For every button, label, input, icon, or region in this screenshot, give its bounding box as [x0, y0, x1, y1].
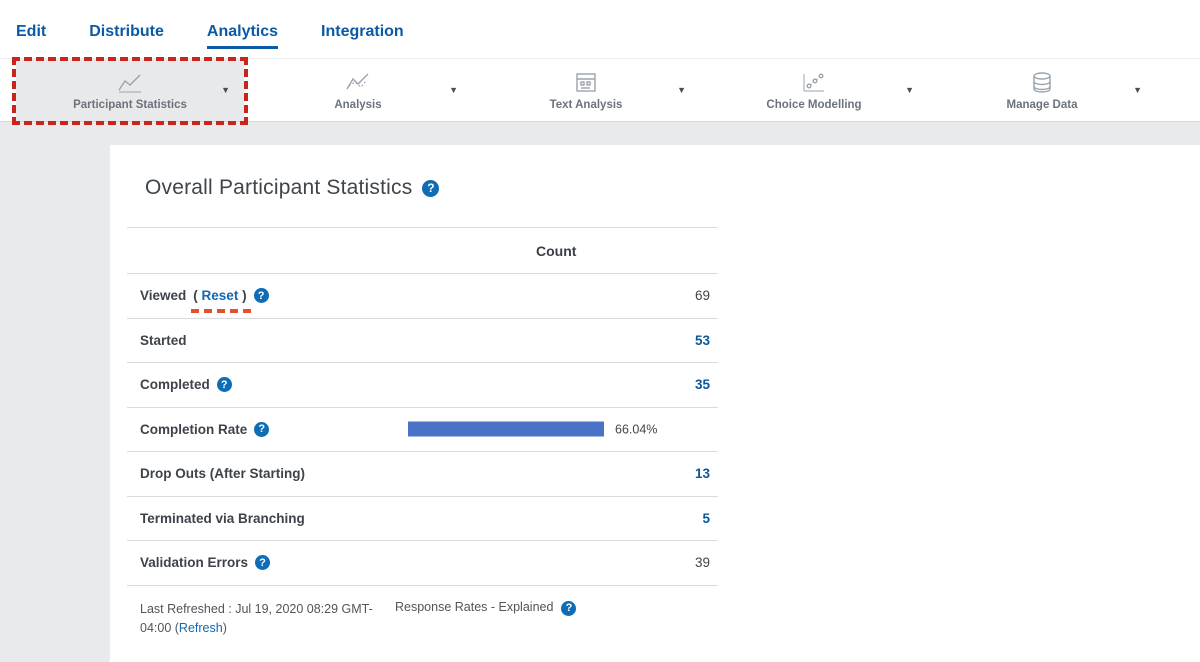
database-icon [1029, 69, 1055, 95]
row-label: Validation Errors [140, 555, 248, 570]
toolbar-item-label: Choice Modelling [766, 99, 861, 111]
help-icon[interactable]: ? [422, 180, 439, 197]
participant-statistics-card: Overall Participant Statistics ? Count V… [110, 145, 1200, 662]
statistics-table: Count Viewed ( Reset ) ? 69 [127, 227, 718, 586]
chevron-down-icon[interactable]: ▼ [449, 85, 458, 95]
completion-rate-value: 66.04% [615, 422, 657, 436]
last-refreshed-text: Last Refreshed : Jul 19, 2020 08:29 GMT-… [127, 600, 395, 639]
row-label: Started [140, 333, 187, 348]
help-icon[interactable]: ? [217, 377, 232, 392]
toolbar-item-label: Analysis [334, 99, 381, 111]
chevron-down-icon[interactable]: ▼ [1133, 85, 1142, 95]
nav-item-distribute[interactable]: Distribute [89, 23, 164, 49]
row-label: Terminated via Branching [140, 511, 305, 526]
nav-item-integration[interactable]: Integration [321, 23, 404, 49]
response-rates-text: Response Rates - Explained [395, 600, 553, 614]
row-label: Drop Outs (After Starting) [140, 466, 305, 481]
paren-open: ( [193, 288, 198, 303]
toolbar-item-participant-statistics[interactable]: Participant Statistics ▼ [16, 59, 244, 121]
chevron-down-icon[interactable]: ▼ [221, 85, 230, 95]
table-footer: Last Refreshed : Jul 19, 2020 08:29 GMT-… [127, 600, 1200, 639]
toolbar-item-manage-data[interactable]: Manage Data ▼ [928, 59, 1156, 121]
refresh-link[interactable]: Refresh [179, 621, 223, 635]
toolbar-item-text-analysis[interactable]: Text Analysis ▼ [472, 59, 700, 121]
table-header: Count [127, 227, 718, 274]
row-label: Completed [140, 377, 210, 392]
table-row: Terminated via Branching 5 [127, 497, 718, 542]
help-icon[interactable]: ? [254, 422, 269, 437]
area-chart-icon [344, 69, 372, 95]
page-title: Overall Participant Statistics [145, 176, 412, 200]
line-chart-icon [116, 69, 144, 95]
table-row: Viewed ( Reset ) ? 69 [127, 274, 718, 319]
row-value: 53 [695, 333, 718, 348]
table-row: Drop Outs (After Starting) 13 [127, 452, 718, 497]
top-navigation: Edit Distribute Analytics Integration [0, 0, 1200, 58]
count-column-header: Count [536, 243, 576, 259]
help-icon[interactable]: ? [561, 601, 576, 616]
table-row: Validation Errors ? 39 [127, 541, 718, 586]
table-row: Started 53 [127, 319, 718, 364]
row-value: 39 [695, 555, 718, 570]
completion-rate-bar [408, 422, 604, 437]
row-label: Viewed [140, 288, 186, 303]
table-row: Completion Rate ? 66.04% [127, 408, 718, 453]
chevron-down-icon[interactable]: ▼ [677, 85, 686, 95]
analytics-toolbar: Participant Statistics ▼ Analysis ▼ Text… [0, 58, 1200, 122]
page-content: Overall Participant Statistics ? Count V… [0, 145, 1200, 662]
row-value: 35 [695, 377, 718, 392]
row-value: 5 [702, 511, 718, 526]
toolbar-item-label: Text Analysis [550, 99, 623, 111]
reset-link[interactable]: Reset [202, 288, 239, 303]
help-icon[interactable]: ? [254, 288, 269, 303]
text-grid-icon [573, 69, 599, 95]
paren-close: ) [242, 288, 247, 303]
nav-item-analytics[interactable]: Analytics [207, 23, 278, 49]
row-label: Completion Rate [140, 422, 247, 437]
row-value: 69 [695, 288, 718, 303]
annotation-dashed-underline [191, 309, 250, 313]
nav-item-edit[interactable]: Edit [16, 23, 46, 49]
help-icon[interactable]: ? [255, 555, 270, 570]
scatter-chart-icon [800, 69, 828, 95]
row-value: 13 [695, 466, 718, 481]
chevron-down-icon[interactable]: ▼ [905, 85, 914, 95]
toolbar-item-choice-modelling[interactable]: Choice Modelling ▼ [700, 59, 928, 121]
toolbar-item-label: Participant Statistics [73, 99, 187, 111]
toolbar-item-analysis[interactable]: Analysis ▼ [244, 59, 472, 121]
toolbar-item-label: Manage Data [1007, 99, 1078, 111]
table-row: Completed ? 35 [127, 363, 718, 408]
